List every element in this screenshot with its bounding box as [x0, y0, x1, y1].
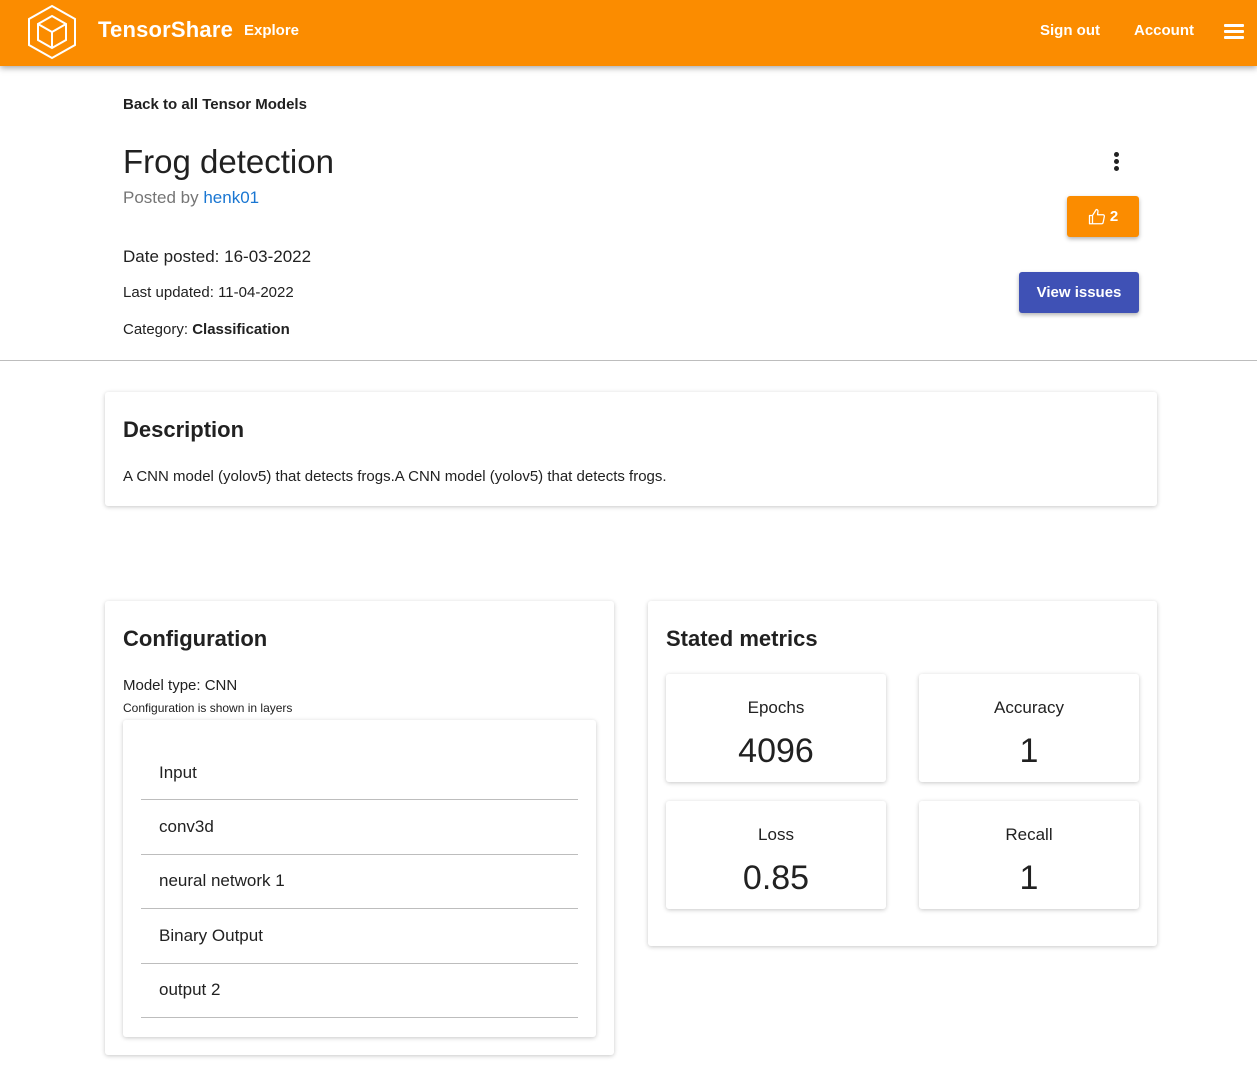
metric-value: 4096: [738, 732, 814, 770]
author-link[interactable]: henk01: [203, 188, 259, 207]
list-item[interactable]: neural network 1: [141, 855, 578, 909]
brand-name[interactable]: TensorShare: [98, 17, 233, 43]
metric-recall: Recall 1: [919, 801, 1139, 909]
metrics-title: Stated metrics: [666, 626, 818, 651]
category-prefix: Category:: [123, 321, 189, 338]
configuration-card: Configuration Model type: CNN Configurat…: [105, 601, 614, 1055]
back-to-models-link[interactable]: Back to all Tensor Models: [123, 96, 307, 113]
list-item[interactable]: output 2: [141, 964, 578, 1018]
hamburger-menu-icon[interactable]: [1224, 24, 1244, 40]
configuration-title: Configuration: [123, 626, 268, 651]
list-item[interactable]: conv3d: [141, 800, 578, 855]
nav-explore-link[interactable]: Explore: [244, 22, 299, 39]
sign-out-link[interactable]: Sign out: [1040, 22, 1100, 39]
more-options-icon[interactable]: [1112, 152, 1120, 174]
posted-by: Posted by henk01: [123, 188, 259, 208]
metric-label: Accuracy: [994, 698, 1064, 717]
date-posted: Date posted: 16-03-2022: [123, 247, 312, 266]
header-divider: [0, 360, 1257, 361]
last-updated: Last updated: 11-04-2022: [123, 284, 294, 301]
description-card: Description A CNN model (yolov5) that de…: [105, 392, 1157, 506]
metric-value: 1: [1019, 732, 1039, 770]
metric-epochs: Epochs 4096: [666, 674, 886, 782]
metric-value: 1: [1019, 859, 1039, 897]
category: Category: Classification: [123, 321, 290, 338]
like-button[interactable]: 2: [1067, 196, 1139, 237]
thumbs-up-icon: [1088, 208, 1105, 224]
like-count: 2: [1109, 208, 1119, 225]
top-app-bar: TensorShare Explore Sign out Account: [0, 0, 1257, 66]
layer-list: Input conv3d neural network 1 Binary Out…: [123, 720, 596, 1037]
list-item[interactable]: Binary Output: [141, 909, 578, 964]
metric-label: Loss: [758, 825, 794, 844]
list-item[interactable]: Input: [141, 720, 578, 800]
metric-label: Recall: [1005, 825, 1053, 844]
category-value: Classification: [192, 321, 290, 338]
metric-value: 0.85: [742, 859, 810, 897]
metrics-card: Stated metrics Epochs 4096 Accuracy 1 Lo…: [648, 601, 1157, 946]
metric-accuracy: Accuracy 1: [919, 674, 1139, 782]
configuration-note: Configuration is shown in layers: [123, 701, 293, 715]
model-type: Model type: CNN: [123, 677, 238, 694]
metric-loss: Loss 0.85: [666, 801, 886, 909]
posted-by-prefix: Posted by: [123, 188, 199, 207]
description-text: A CNN model (yolov5) that detects frogs.…: [123, 468, 667, 485]
hexagon-cube-logo[interactable]: [26, 4, 78, 60]
page-title: Frog detection: [123, 143, 334, 180]
metric-label: Epochs: [747, 698, 805, 717]
description-title: Description: [123, 417, 245, 442]
view-issues-button[interactable]: View issues: [1019, 272, 1139, 313]
account-link[interactable]: Account: [1134, 22, 1194, 39]
